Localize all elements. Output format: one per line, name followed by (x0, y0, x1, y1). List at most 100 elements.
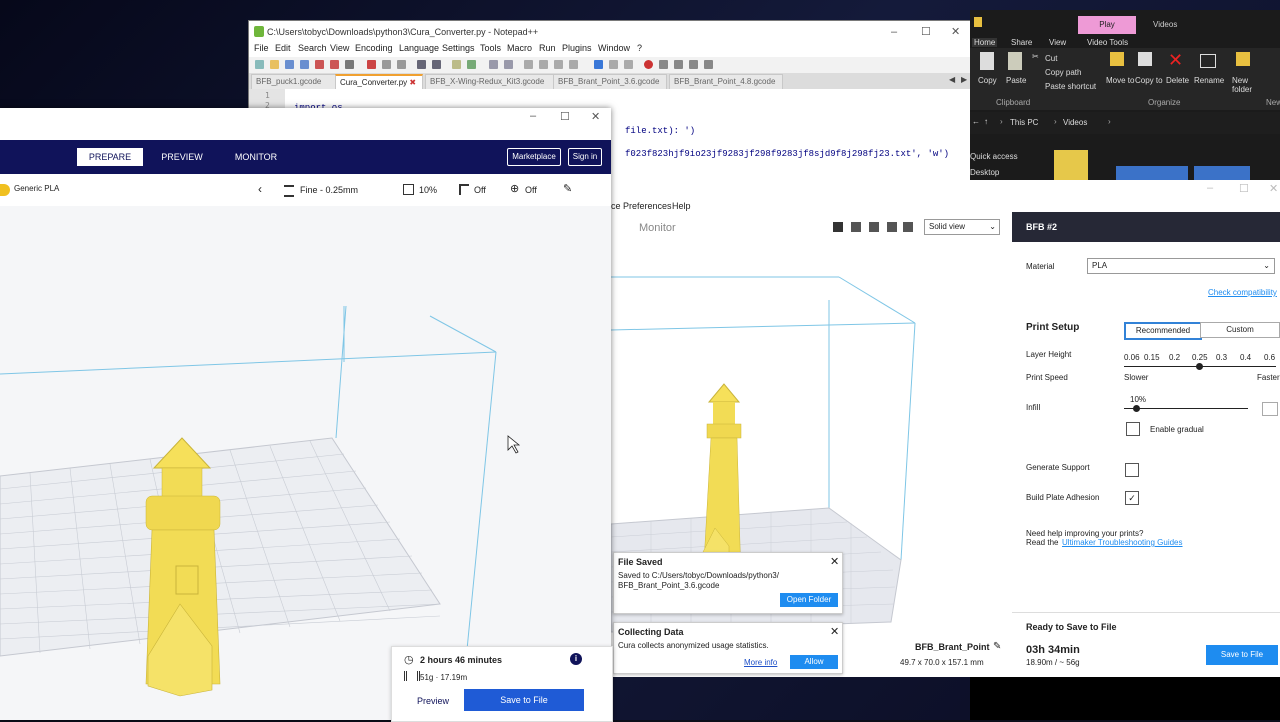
back-arrow-icon[interactable]: ← (972, 117, 980, 126)
material-select[interactable]: PLA ⌄ (1087, 258, 1275, 274)
record-macro-icon[interactable] (644, 60, 653, 69)
maximize-icon[interactable]: ☐ (560, 110, 570, 123)
info-icon[interactable]: i (570, 653, 582, 665)
delete-icon[interactable]: ✕ (1168, 50, 1183, 71)
view-right-icon[interactable] (903, 222, 913, 232)
allow-button[interactable]: Allow (790, 655, 838, 669)
paste-icon[interactable] (1008, 52, 1022, 70)
view-front-icon[interactable] (851, 222, 861, 232)
close-file-icon[interactable] (315, 60, 324, 69)
menu-help[interactable]: ? (637, 43, 642, 53)
zoom-out-icon[interactable] (504, 60, 513, 69)
menu-plugins[interactable]: Plugins (562, 43, 592, 53)
infill-value[interactable]: 10% (419, 185, 437, 195)
copy-icon[interactable] (980, 52, 994, 70)
gradual-checkbox[interactable] (1126, 422, 1140, 436)
tab-bfb-brant-3-6[interactable]: BFB_Brant_Point_3.6.gcode (553, 74, 667, 90)
copy-to-icon[interactable] (1138, 52, 1152, 66)
monitor-label[interactable]: Monitor (639, 222, 676, 234)
menu-language[interactable]: Language (399, 43, 439, 53)
edit-pencil-icon[interactable]: ✎ (563, 182, 572, 195)
tab-bfb-brant-4-8[interactable]: BFB_Brant_Point_4.8.gcode (669, 74, 783, 90)
tab-monitor[interactable]: MONITOR (226, 148, 286, 166)
function-list-icon[interactable] (609, 60, 618, 69)
toast-close-icon[interactable]: ✕ (830, 625, 839, 638)
material-name[interactable]: Generic PLA (14, 184, 59, 193)
chevron-left-icon[interactable]: ‹ (258, 182, 262, 196)
menu-tools[interactable]: Tools (480, 43, 501, 53)
ribbon-copy-path[interactable]: Copy path (1045, 68, 1081, 77)
minimize-icon[interactable]: – (891, 21, 897, 43)
folder-thumbnail[interactable] (1054, 150, 1088, 180)
cura-bg-viewport[interactable]: Monitor Solid view ⌄ File Saved ✕ Saved … (611, 212, 1011, 677)
menu-window[interactable]: Window (598, 43, 630, 53)
maximize-icon[interactable]: ☐ (1239, 182, 1249, 195)
video-thumbnail[interactable] (1116, 166, 1188, 180)
indent-guide-icon[interactable] (569, 60, 578, 69)
ribbon-cut[interactable]: Cut (1045, 54, 1057, 63)
tab-scroll-left-icon[interactable]: ◀ (949, 75, 955, 84)
ribbon-new-folder[interactable]: New folder (1232, 76, 1256, 94)
menu-macro[interactable]: Macro (507, 43, 532, 53)
infill-slider[interactable] (1124, 408, 1248, 409)
ribbon-paste[interactable]: Paste (1006, 76, 1026, 85)
layer-height-handle[interactable] (1196, 363, 1203, 370)
save-to-file-button[interactable]: Save to File (464, 689, 584, 711)
menu-partial[interactable]: ce (611, 201, 621, 211)
copy-icon[interactable] (382, 60, 391, 69)
doc-map-icon[interactable] (594, 60, 603, 69)
print-icon[interactable] (345, 60, 354, 69)
close-all-icon[interactable] (330, 60, 339, 69)
ribbon-copy-to[interactable]: Copy to (1135, 76, 1163, 85)
ribbon-tab-view[interactable]: View (1049, 38, 1066, 47)
ribbon-tab-share[interactable]: Share (1011, 38, 1032, 47)
run-macro-icon[interactable] (689, 60, 698, 69)
ribbon-move-to[interactable]: Move to (1106, 76, 1134, 85)
menu-help[interactable]: Help (672, 201, 691, 211)
find-icon[interactable] (452, 60, 461, 69)
new-folder-icon[interactable] (1236, 52, 1250, 66)
adhesion-checkbox[interactable]: ✓ (1125, 491, 1139, 505)
up-arrow-icon[interactable]: ↑ (984, 117, 988, 126)
stop-macro-icon[interactable] (659, 60, 668, 69)
adhesion-value[interactable]: Off (525, 185, 537, 195)
save-all-icon[interactable] (300, 60, 309, 69)
video-thumbnail[interactable] (1194, 166, 1250, 180)
sign-in-button[interactable]: Sign in (568, 148, 602, 166)
ribbon-rename[interactable]: Rename (1194, 76, 1224, 85)
tab-play[interactable]: Play (1078, 16, 1136, 34)
menu-run[interactable]: Run (539, 43, 556, 53)
ribbon-tab-home[interactable]: Home (972, 38, 998, 47)
troubleshooting-link[interactable]: Ultimaker Troubleshooting Guides (1062, 538, 1183, 547)
menu-edit[interactable]: Edit (275, 43, 291, 53)
ribbon-paste-shortcut[interactable]: Paste shortcut (1045, 82, 1096, 91)
menu-preferences[interactable]: Preferences (623, 201, 672, 211)
cura-viewport[interactable] (0, 206, 611, 720)
view-3d-icon[interactable] (833, 222, 843, 232)
save-icon[interactable] (285, 60, 294, 69)
profile-name[interactable]: Fine - 0.25mm (300, 185, 358, 195)
open-folder-button[interactable]: Open Folder (780, 593, 838, 607)
view-mode-select[interactable]: Solid view ⌄ (924, 219, 1000, 235)
word-wrap-icon[interactable] (539, 60, 548, 69)
maximize-icon[interactable]: ☐ (921, 21, 931, 43)
view-left-icon[interactable] (887, 222, 897, 232)
breadcrumb-videos[interactable]: Videos (1063, 118, 1087, 127)
save-macro-icon[interactable] (704, 60, 713, 69)
ribbon-copy[interactable]: Copy (978, 76, 997, 85)
ribbon-delete[interactable]: Delete (1166, 76, 1189, 85)
show-all-chars-icon[interactable] (554, 60, 563, 69)
close-icon[interactable]: ✕ (591, 110, 600, 123)
tab-prepare[interactable]: PREPARE (77, 148, 143, 166)
save-to-file-button[interactable]: Save to File (1206, 645, 1278, 665)
support-checkbox[interactable] (1125, 463, 1139, 477)
cut-icon[interactable] (367, 60, 376, 69)
close-icon[interactable]: ✕ (951, 21, 960, 43)
folder-workspace-icon[interactable] (624, 60, 633, 69)
edit-pencil-icon[interactable]: ✎ (993, 641, 1001, 652)
zoom-in-icon[interactable] (489, 60, 498, 69)
open-file-icon[interactable] (270, 60, 279, 69)
view-top-icon[interactable] (869, 222, 879, 232)
menu-file[interactable]: File (254, 43, 269, 53)
more-info-link[interactable]: More info (744, 658, 777, 667)
